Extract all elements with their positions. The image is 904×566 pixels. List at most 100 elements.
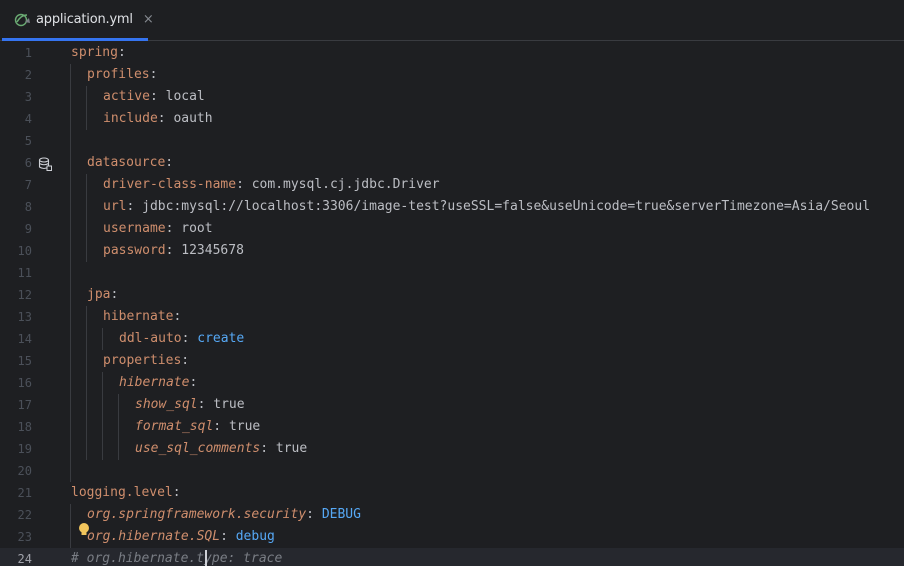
- line-number: 12: [17, 288, 32, 302]
- code-line[interactable]: 14 ddl-auto: create: [0, 328, 904, 350]
- code-line[interactable]: 19 use_sql_comments: true: [0, 438, 904, 460]
- indent-guide: [102, 372, 103, 460]
- code-line[interactable]: 16 hibernate:: [0, 372, 904, 394]
- code-line[interactable]: 3 active: local: [0, 86, 904, 108]
- line-number: 11: [17, 266, 32, 280]
- indent-guide: [70, 64, 71, 482]
- code-line[interactable]: 21 logging.level:: [0, 482, 904, 504]
- yaml-key: spring: [71, 45, 118, 60]
- yaml-punctuation: :: [149, 67, 158, 82]
- line-number: 14: [17, 332, 32, 346]
- yaml-punctuation: :: [172, 485, 181, 500]
- code-line[interactable]: 11: [0, 262, 904, 284]
- code-text: logging.level:: [71, 482, 181, 504]
- code-text: org.springframework.security: DEBUG: [87, 504, 361, 526]
- yaml-punctuation: :: [173, 309, 182, 324]
- line-number: 18: [17, 420, 32, 434]
- yaml-value: true: [228, 419, 261, 434]
- line-number: 21: [17, 486, 32, 500]
- yaml-key: include: [103, 111, 158, 126]
- code-line[interactable]: 12 jpa:: [0, 284, 904, 306]
- code-line[interactable]: 4 include: oauth: [0, 108, 904, 130]
- yaml-value: true: [213, 397, 245, 412]
- line-number: 1: [24, 46, 32, 60]
- yaml-punctuation: :: [189, 375, 198, 390]
- yaml-punctuation: :: [181, 353, 190, 368]
- yaml-value: oauth: [173, 111, 213, 126]
- code-text: org.hibernate.SQL: debug: [87, 526, 275, 548]
- database-icon[interactable]: [38, 156, 52, 171]
- line-number: 16: [17, 376, 32, 390]
- code-editor[interactable]: 1 spring: 2 profiles: 3 active: local 4 include…: [0, 41, 904, 566]
- yaml-key: format_sql: [135, 419, 214, 434]
- yaml-value: true: [275, 441, 308, 456]
- yaml-key: url: [103, 199, 127, 214]
- yaml-punctuation: :: [165, 243, 182, 258]
- yaml-punctuation: :: [260, 441, 276, 456]
- code-line[interactable]: 5: [0, 130, 904, 152]
- yaml-punctuation: :: [220, 529, 236, 544]
- indent-guide: [86, 86, 87, 130]
- line-number: 8: [24, 200, 32, 214]
- yaml-value: 12345678: [181, 243, 244, 258]
- yaml-punctuation: :: [126, 199, 143, 214]
- code-line[interactable]: 15 properties:: [0, 350, 904, 372]
- code-line[interactable]: 8 url: jdbc:mysql://localhost:3306/image-…: [0, 196, 904, 218]
- line-number: 24: [17, 552, 32, 566]
- yaml-value: com.mysql.cj.jdbc.Driver: [251, 177, 440, 192]
- code-text: jpa:: [87, 284, 118, 306]
- code-text: properties:: [103, 350, 189, 372]
- text-caret: [205, 550, 208, 566]
- code-text: active: local: [103, 86, 205, 108]
- yaml-key: use_sql_comments: [135, 441, 261, 456]
- yaml-key: hibernate: [103, 309, 174, 324]
- yaml-key: datasource: [87, 155, 166, 170]
- line-number: 4: [24, 112, 32, 126]
- line-number: 17: [17, 398, 32, 412]
- code-line[interactable]: 2 profiles:: [0, 64, 904, 86]
- code-text: show_sql: true: [135, 394, 245, 416]
- yaml-key: username: [103, 221, 166, 236]
- code-line[interactable]: 22 org.springframework.security: DEBUG: [0, 504, 904, 526]
- yaml-key: profiles: [87, 67, 150, 82]
- line-number: 22: [17, 508, 32, 522]
- yaml-punctuation: :: [213, 419, 229, 434]
- code-line[interactable]: 10 password: 12345678: [0, 240, 904, 262]
- line-number: 9: [24, 222, 32, 236]
- code-line[interactable]: 7 driver-class-name: com.mysql.cj.jdbc.Dr…: [0, 174, 904, 196]
- indent-guide: [86, 174, 87, 262]
- line-number: 5: [24, 134, 32, 148]
- code-line[interactable]: 13 hibernate:: [0, 306, 904, 328]
- code-line[interactable]: 1 spring:: [0, 42, 904, 64]
- line-number: 13: [17, 310, 32, 324]
- yaml-punctuation: :: [197, 397, 214, 412]
- code-line[interactable]: 18 format_sql: true: [0, 416, 904, 438]
- line-number: 20: [17, 464, 32, 478]
- tab-application-yml[interactable]: application.yml ×: [2, 0, 154, 41]
- yaml-key: ddl-auto: [119, 331, 182, 346]
- yaml-value: create: [197, 331, 245, 346]
- code-line[interactable]: 23 org.hibernate.SQL: debug: [0, 526, 904, 548]
- code-text: format_sql: true: [135, 416, 260, 438]
- yaml-comment: # org.hibernate.type: trace: [71, 551, 283, 566]
- code-text: url: jdbc:mysql://localhost:3306/image-t…: [103, 196, 870, 218]
- indent-guide: [118, 394, 119, 460]
- yaml-key: password: [103, 243, 166, 258]
- code-text: use_sql_comments: true: [135, 438, 307, 460]
- code-line[interactable]: 6 datasource:: [0, 152, 904, 174]
- yaml-key: properties: [103, 353, 182, 368]
- line-number: 19: [17, 442, 32, 456]
- code-text: hibernate:: [103, 306, 181, 328]
- yaml-key: hibernate: [119, 375, 190, 390]
- code-line[interactable]: 9 username: root: [0, 218, 904, 240]
- yaml-punctuation: :: [110, 287, 119, 302]
- code-line[interactable]: 17 show_sql: true: [0, 394, 904, 416]
- yaml-value: jdbc:mysql://localhost:3306/image-test?u…: [142, 199, 871, 214]
- close-icon[interactable]: ×: [143, 12, 154, 27]
- lightbulb-icon[interactable]: [78, 522, 90, 538]
- code-line[interactable]: 20: [0, 460, 904, 482]
- yaml-key: show_sql: [135, 397, 198, 412]
- code-line[interactable]: 24 # org.hibernate.type: trace: [0, 548, 904, 566]
- line-number: 6: [24, 156, 32, 170]
- code-text: ddl-auto: create: [119, 328, 244, 350]
